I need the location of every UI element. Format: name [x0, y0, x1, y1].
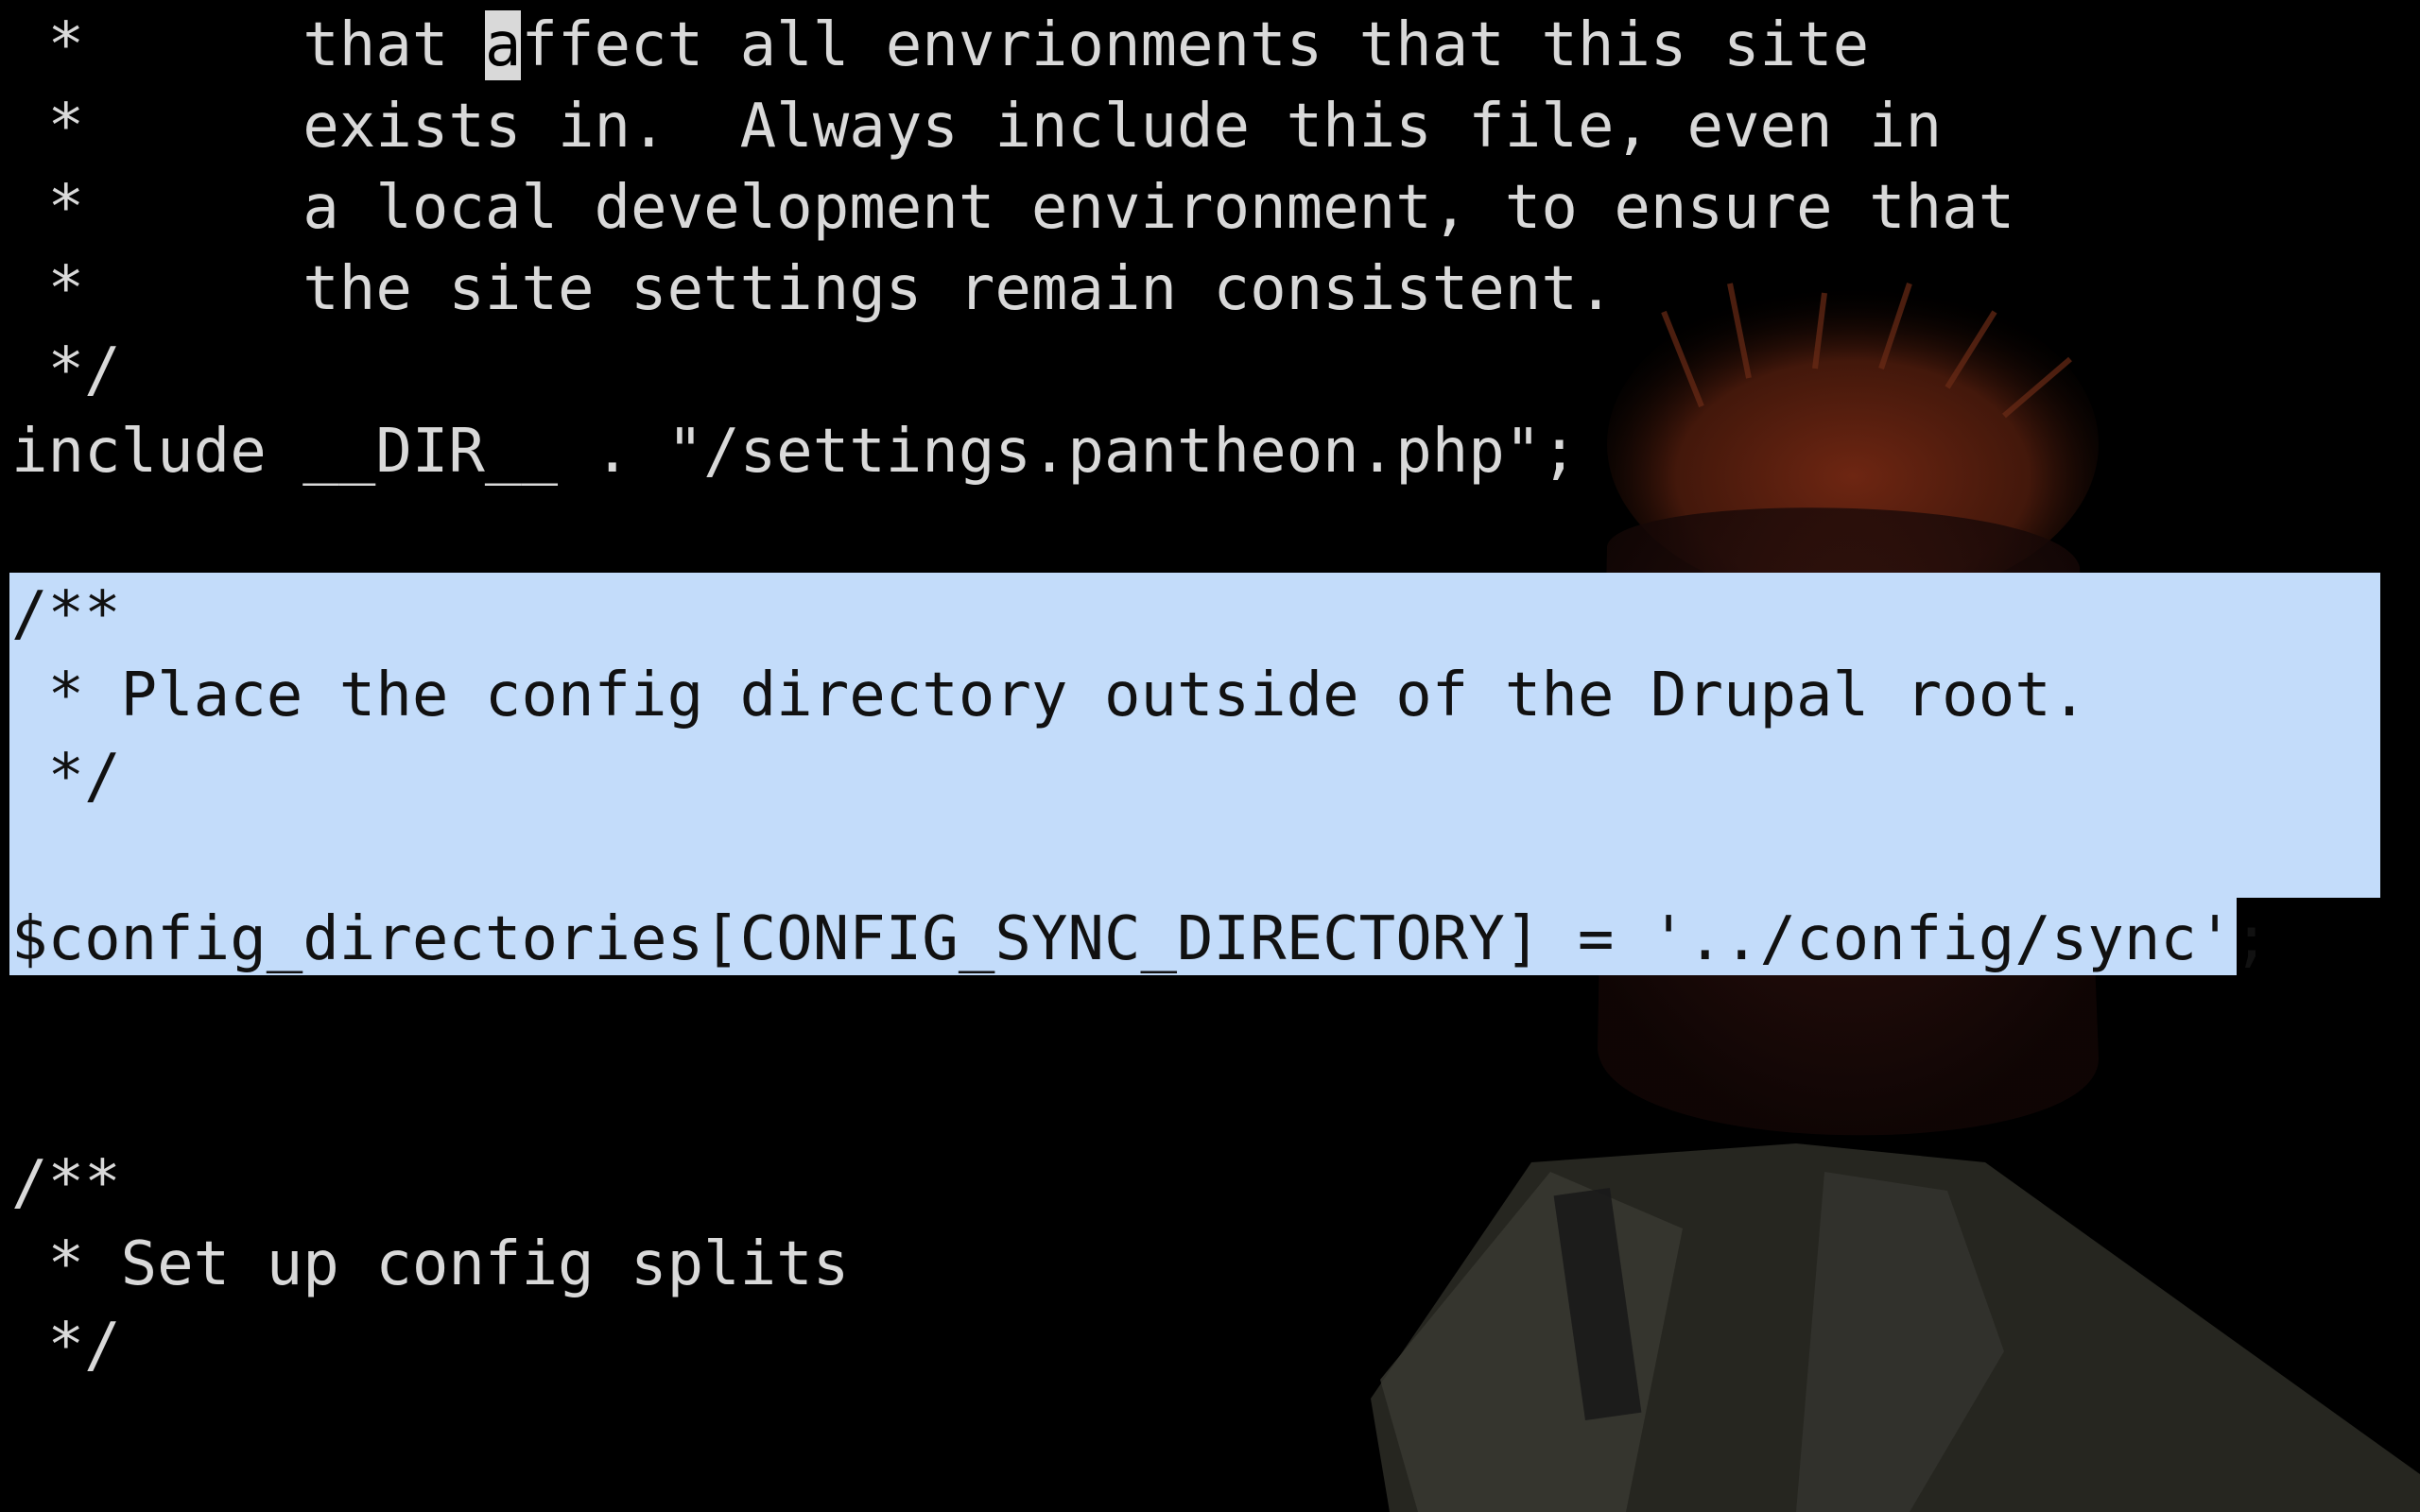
code-line: /** [11, 1148, 121, 1218]
code-line: * Set up config splits [11, 1229, 850, 1299]
code-line: * Place the config directory outside of … [11, 661, 2088, 730]
code-line: $config_directories[CONFIG_SYNC_DIRECTOR… [11, 904, 2270, 974]
code-line: /** [11, 579, 121, 649]
code-line: */ [11, 1311, 121, 1381]
code-line: * that affect all envrionments that this… [11, 5, 1869, 86]
terminal-window[interactable]: * that affect all envrionments that this… [0, 0, 2420, 1512]
code-line: include __DIR__ . "/settings.pantheon.ph… [11, 417, 1578, 487]
text-cursor: a [484, 10, 522, 80]
code-line: */ [11, 335, 121, 405]
code-line: * exists in. Always include this file, e… [11, 92, 1943, 162]
code-line: */ [11, 742, 121, 812]
code-line-text: ffect all envrionments that this site [521, 10, 1870, 80]
code-line: * the site settings remain consistent. [11, 254, 1615, 324]
code-line-text: * that [11, 10, 485, 80]
code-line: * a local development environment, to en… [11, 173, 2015, 243]
